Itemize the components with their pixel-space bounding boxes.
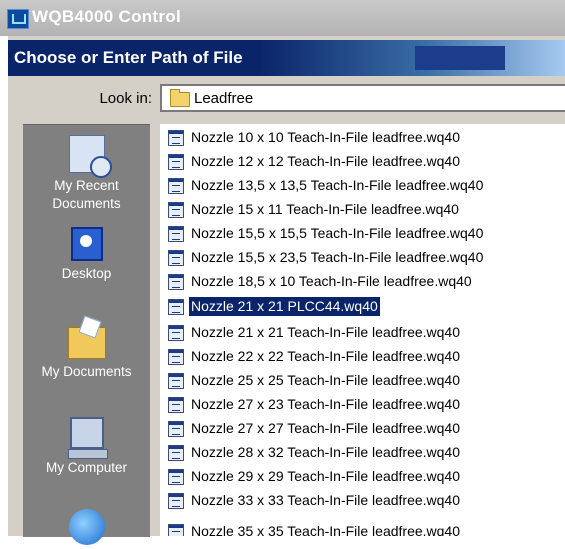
file-name: Nozzle 27 x 27 Teach-In-File leadfree.wq… bbox=[191, 420, 461, 436]
app-title: WQB4000 Control bbox=[32, 7, 182, 26]
desktop-icon bbox=[70, 227, 103, 261]
look-in-label: Look in: bbox=[99, 90, 152, 107]
file-name: Nozzle 12 x 12 Teach-In-File leadfree.wq… bbox=[191, 153, 461, 169]
network-places-icon bbox=[68, 509, 105, 545]
look-in-value: Leadfree bbox=[194, 90, 254, 107]
place-my-documents[interactable]: My Documents bbox=[23, 327, 150, 381]
app-title-bar: WQB4000 Control bbox=[0, 0, 565, 36]
wq40-file-icon bbox=[168, 201, 184, 218]
wq40-file-icon bbox=[168, 225, 184, 242]
file-name: Nozzle 28 x 32 Teach-In-File leadfree.wq… bbox=[191, 444, 461, 460]
file-name: Nozzle 21 x 21 PLCC44.wq40 bbox=[188, 296, 381, 317]
file-name: Nozzle 22 x 22 Teach-In-File leadfree.wq… bbox=[191, 348, 461, 364]
wq40-file-icon bbox=[168, 249, 184, 266]
file-name: Nozzle 15 x 11 Teach-In-File leadfree.wq… bbox=[191, 201, 459, 217]
file-name: Nozzle 29 x 29 Teach-In-File leadfree.wq… bbox=[191, 468, 461, 484]
file-item[interactable]: Nozzle 28 x 32 Teach-In-File leadfree.wq… bbox=[168, 442, 462, 463]
file-item[interactable]: Nozzle 29 x 29 Teach-In-File leadfree.wq… bbox=[168, 466, 462, 487]
wq40-file-icon bbox=[168, 153, 184, 170]
file-list: Nozzle 10 x 10 Teach-In-File leadfree.wq… bbox=[160, 124, 565, 536]
look-in-dropdown[interactable]: Leadfree bbox=[160, 84, 565, 112]
file-name: Nozzle 15,5 x 15,5 Teach-In-File leadfre… bbox=[191, 225, 484, 241]
my-documents-icon bbox=[67, 327, 106, 359]
file-name: Nozzle 18,5 x 10 Teach-In-File leadfree.… bbox=[191, 273, 472, 289]
wq40-file-icon bbox=[168, 324, 184, 341]
wq40-file-icon bbox=[168, 420, 184, 437]
place-network[interactable] bbox=[23, 509, 150, 549]
file-name: Nozzle 15,5 x 23,5 Teach-In-File leadfre… bbox=[191, 249, 484, 265]
file-item-selected[interactable]: Nozzle 21 x 21 PLCC44.wq40 bbox=[168, 296, 381, 317]
place-desktop[interactable]: Desktop bbox=[23, 227, 150, 283]
place-label: My Documents bbox=[41, 364, 132, 379]
wq40-file-icon bbox=[168, 298, 184, 315]
file-name: Nozzle 35 x 35 Teach-In-File leadfree.wq… bbox=[191, 523, 461, 536]
wq40-file-icon bbox=[168, 348, 184, 365]
place-label: My Recent Documents bbox=[52, 178, 121, 211]
file-name: Nozzle 33 x 33 Teach-In-File leadfree.wq… bbox=[191, 492, 461, 508]
folder-icon bbox=[170, 89, 190, 107]
wq40-file-icon bbox=[168, 273, 184, 290]
file-item[interactable]: Nozzle 15,5 x 23,5 Teach-In-File leadfre… bbox=[168, 247, 485, 268]
wq40-file-icon bbox=[168, 177, 184, 194]
wq40-file-icon bbox=[168, 129, 184, 146]
file-name: Nozzle 13,5 x 13,5 Teach-In-File leadfre… bbox=[191, 177, 484, 193]
file-item[interactable]: Nozzle 25 x 25 Teach-In-File leadfree.wq… bbox=[168, 370, 462, 391]
file-item[interactable]: Nozzle 35 x 35 Teach-In-File leadfree.wq… bbox=[168, 521, 462, 536]
my-computer-icon bbox=[67, 417, 108, 459]
file-item[interactable]: Nozzle 10 x 10 Teach-In-File leadfree.wq… bbox=[168, 127, 462, 148]
places-bar: My Recent Documents Desktop My Documents… bbox=[23, 124, 150, 545]
file-item[interactable]: Nozzle 27 x 23 Teach-In-File leadfree.wq… bbox=[168, 394, 462, 415]
file-item[interactable]: Nozzle 21 x 21 Teach-In-File leadfree.wq… bbox=[168, 322, 462, 343]
file-item[interactable]: Nozzle 22 x 22 Teach-In-File leadfree.wq… bbox=[168, 346, 462, 367]
place-label: My Computer bbox=[45, 460, 128, 475]
wq40-file-icon bbox=[168, 396, 184, 413]
wq40-file-icon bbox=[168, 468, 184, 485]
file-item[interactable]: Nozzle 33 x 33 Teach-In-File leadfree.wq… bbox=[168, 490, 462, 511]
wq40-file-icon bbox=[168, 492, 184, 509]
wq40-file-icon bbox=[168, 444, 184, 461]
wq40-file-icon bbox=[168, 523, 184, 536]
place-my-computer[interactable]: My Computer bbox=[23, 417, 150, 477]
file-item[interactable]: Nozzle 12 x 12 Teach-In-File leadfree.wq… bbox=[168, 151, 462, 172]
title-bar-decoration bbox=[415, 46, 505, 70]
dialog-title-bar: Choose or Enter Path of File bbox=[8, 40, 565, 76]
dialog-title: Choose or Enter Path of File bbox=[14, 48, 243, 67]
recent-documents-icon bbox=[68, 135, 112, 178]
file-name: Nozzle 10 x 10 Teach-In-File leadfree.wq… bbox=[191, 129, 461, 145]
file-name: Nozzle 25 x 25 Teach-In-File leadfree.wq… bbox=[191, 372, 461, 388]
place-label: Desktop bbox=[61, 266, 112, 281]
file-item[interactable]: Nozzle 13,5 x 13,5 Teach-In-File leadfre… bbox=[168, 175, 485, 196]
file-item[interactable]: Nozzle 27 x 27 Teach-In-File leadfree.wq… bbox=[168, 418, 462, 439]
file-name: Nozzle 21 x 21 Teach-In-File leadfree.wq… bbox=[191, 324, 461, 340]
wq40-file-icon bbox=[168, 372, 184, 389]
app-icon bbox=[7, 9, 29, 29]
file-item[interactable]: Nozzle 15,5 x 15,5 Teach-In-File leadfre… bbox=[168, 223, 485, 244]
file-item[interactable]: Nozzle 18,5 x 10 Teach-In-File leadfree.… bbox=[168, 271, 474, 292]
file-name: Nozzle 27 x 23 Teach-In-File leadfree.wq… bbox=[191, 396, 461, 412]
file-item[interactable]: Nozzle 15 x 11 Teach-In-File leadfree.wq… bbox=[168, 199, 461, 220]
place-my-recent-documents[interactable]: My Recent Documents bbox=[23, 135, 150, 213]
